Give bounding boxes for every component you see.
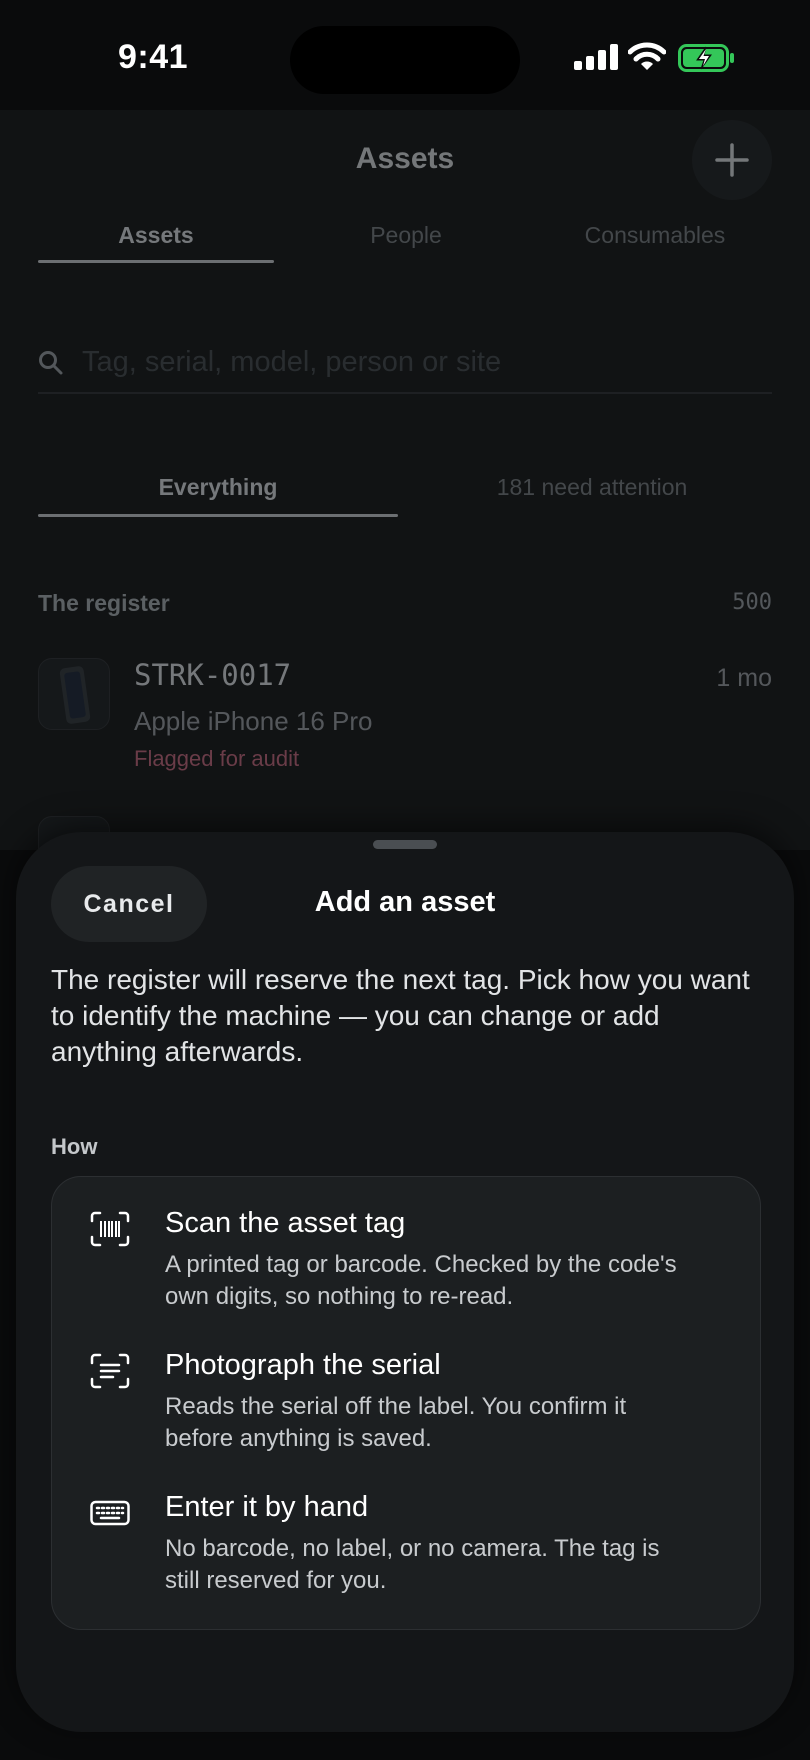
sheet-grabber[interactable] [373,840,437,849]
status-bar: 9:41 [0,0,810,110]
phone-thumbnail [38,658,110,730]
assets-screen: Assets Assets People Consumables Tag, se… [0,110,810,856]
sheet-title: Add an asset [314,886,496,918]
tab-bar: Assets People Consumables [38,222,772,282]
filter-everything[interactable]: Everything [38,474,398,501]
option-description: Reads the serial off the label. You conf… [165,1393,627,1452]
option-title: Photograph the serial [165,1349,441,1381]
dynamic-island [290,26,520,94]
wifi-icon [628,42,666,70]
asset-age: 1 mo [716,664,772,692]
method-options: Scan the asset tag A printed tag or barc… [51,1176,761,1630]
how-label: How [51,1134,98,1159]
tab-people[interactable]: People [288,222,524,249]
cellular-signal-icon [574,44,618,70]
page-title: Assets [355,142,455,175]
filter-need-attention[interactable]: 181 need attention [412,474,772,501]
filter-selected-indicator [38,514,398,517]
text-scan-icon [90,1353,130,1389]
barcode-scan-icon [90,1211,130,1247]
search-input[interactable]: Tag, serial, model, person or site [38,346,772,394]
add-asset-button[interactable] [692,120,772,200]
asset-status: Flagged for audit [134,746,300,771]
filter-segment: Everything 181 need attention [38,474,772,530]
option-title: Scan the asset tag [165,1207,406,1239]
plus-icon [715,143,749,177]
sheet-intro: The register will reserve the next tag. … [51,964,750,1067]
battery-charging-icon [678,44,734,72]
option-description: No barcode, no label, or no camera. The … [165,1535,660,1594]
add-asset-sheet: Cancel Add an asset The register will re… [16,832,794,1732]
search-icon [39,351,63,375]
option-photograph-serial[interactable]: Photograph the serial Reads the serial o… [52,1319,762,1461]
tab-selected-indicator [38,260,274,263]
option-description: A printed tag or barcode. Checked by the… [165,1251,677,1310]
section-count: 500 [732,590,772,615]
asset-tag: STRK-0017 [134,658,292,692]
option-title: Enter it by hand [165,1491,369,1523]
section-title: The register [38,590,170,616]
search-placeholder: Tag, serial, model, person or site [82,346,502,378]
status-time: 9:41 [118,38,189,76]
option-scan-asset-tag[interactable]: Scan the asset tag A printed tag or barc… [52,1177,762,1319]
option-enter-by-hand[interactable]: Enter it by hand No barcode, no label, o… [52,1461,762,1603]
tab-assets[interactable]: Assets [38,222,274,249]
asset-row[interactable]: STRK-0017 Apple iPhone 16 Pro Flagged fo… [38,658,772,798]
asset-model: Apple iPhone 16 Pro [134,706,373,736]
keyboard-icon [90,1500,130,1526]
tab-consumables[interactable]: Consumables [538,222,772,249]
register-section-header: The register 500 [38,590,772,617]
